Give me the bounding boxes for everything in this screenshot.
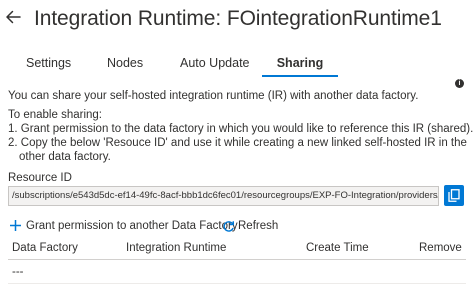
column-header-create-time: Create Time bbox=[306, 242, 369, 254]
column-header-data-factory: Data Factory bbox=[12, 242, 78, 254]
sharing-step-2-continued: other data factory. bbox=[19, 151, 111, 163]
active-tab-indicator bbox=[262, 75, 338, 77]
tab-nodes[interactable]: Nodes bbox=[107, 56, 143, 70]
resource-id-field[interactable]: /subscriptions/e543d5dc-ef14-49fc-8acf-b… bbox=[8, 186, 439, 206]
refresh-label: Refresh bbox=[238, 220, 279, 232]
tab-sharing[interactable]: Sharing bbox=[262, 56, 338, 70]
column-header-integration-runtime: Integration Runtime bbox=[126, 242, 227, 254]
copy-resource-id-button[interactable] bbox=[444, 185, 464, 206]
tab-settings[interactable]: Settings bbox=[26, 56, 71, 70]
back-button[interactable] bbox=[4, 8, 26, 32]
page-header: Integration Runtime: FOintegrationRuntim… bbox=[0, 0, 474, 42]
table-row-divider bbox=[8, 283, 466, 284]
sharing-description: You can share your self-hosted integrati… bbox=[8, 90, 419, 102]
arrow-left-icon bbox=[4, 8, 26, 26]
info-icon[interactable]: i bbox=[455, 79, 464, 88]
sharing-step-1: 1. Grant permission to the data factory … bbox=[8, 123, 474, 135]
column-header-remove: Remove bbox=[419, 242, 462, 254]
sharing-steps-heading: To enable sharing: bbox=[8, 109, 102, 121]
tab-auto-update[interactable]: Auto Update bbox=[180, 56, 250, 70]
resource-id-label: Resource ID bbox=[8, 172, 72, 184]
sharing-step-2: 2. Copy the below 'Resouce ID' and use i… bbox=[8, 137, 467, 149]
page-title: Integration Runtime: FOintegrationRuntim… bbox=[34, 7, 442, 30]
tab-bar: Settings Nodes Auto Update Sharing bbox=[0, 56, 474, 78]
table-header-divider bbox=[8, 259, 466, 260]
grant-permission-label: Grant permission to another Data Factory bbox=[26, 220, 238, 232]
refresh-icon bbox=[222, 220, 235, 233]
copy-icon bbox=[444, 189, 464, 202]
table-row: --- bbox=[12, 266, 24, 278]
command-bar: Grant permission to another Data Factory… bbox=[0, 218, 474, 236]
plus-icon bbox=[9, 219, 22, 232]
